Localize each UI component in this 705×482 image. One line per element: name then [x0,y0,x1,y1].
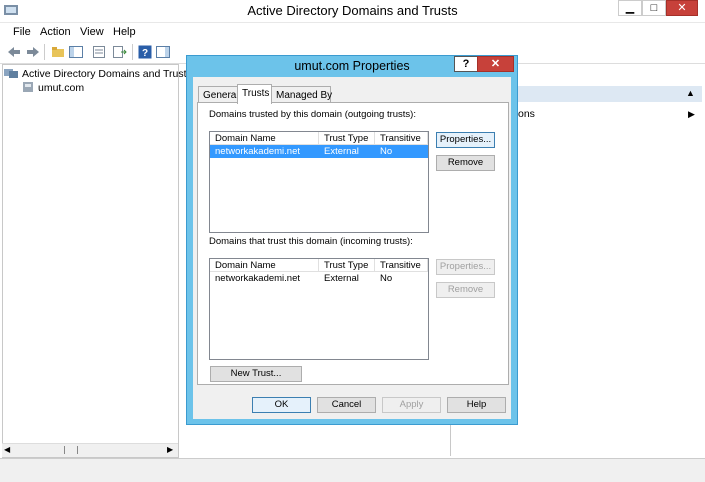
back-arrow-icon[interactable] [6,44,22,60]
tab-general[interactable]: General [198,86,239,103]
maximize-button[interactable]: □ [642,0,666,16]
app-title: Active Directory Domains and Trusts [247,3,458,18]
tab-managed-by[interactable]: Managed By [271,86,332,103]
table-row[interactable]: networkakademi.net External No [210,145,428,158]
cell-trust-type: External [324,146,359,157]
outgoing-trusts-label: Domains trusted by this domain (outgoing… [209,109,416,120]
outgoing-remove-button[interactable]: Remove [436,155,495,171]
column-transitive[interactable]: Transitive [375,132,428,145]
forward-arrow-icon[interactable] [25,44,41,60]
ad-domains-trusts-icon [4,67,18,82]
incoming-trusts-label: Domains that trust this domain (incoming… [209,236,413,247]
cell-trust-type: External [324,273,359,284]
list-header: Domain Name Trust Type Transitive [210,132,428,145]
column-transitive[interactable]: Transitive [375,259,428,272]
minimize-button[interactable]: ▁ [618,0,642,16]
tab-trusts[interactable]: Trusts [237,84,272,104]
show-action-pane-icon[interactable] [155,44,171,60]
scroll-right-icon[interactable]: ▶ [167,445,173,454]
submenu-arrow-icon[interactable]: ▶ [688,109,695,120]
apply-button[interactable]: Apply [382,397,441,413]
close-button[interactable]: ✕ [666,0,698,16]
cell-domain-name: networkakademi.net [215,273,301,284]
menu-view[interactable]: View [80,26,104,38]
properties-sheet-icon[interactable] [91,44,107,60]
toolbar-separator [44,44,45,60]
up-folder-icon[interactable] [50,44,66,60]
list-header: Domain Name Trust Type Transitive [210,259,428,272]
actions-item-label[interactable]: ons [518,108,535,120]
outgoing-trusts-list[interactable]: Domain Name Trust Type Transitive networ… [209,131,429,233]
tree-root-item[interactable]: Active Directory Domains and Trust [4,67,187,81]
help-icon[interactable]: ? [137,44,153,60]
incoming-trusts-list[interactable]: Domain Name Trust Type Transitive networ… [209,258,429,360]
collapse-up-icon[interactable]: ▲ [686,88,695,98]
column-trust-type[interactable]: Trust Type [319,259,375,272]
tree-item-label: umut.com [38,82,85,94]
cell-transitive: No [380,273,393,284]
column-trust-type[interactable]: Trust Type [319,132,375,145]
tree-root-label: Active Directory Domains and Trust [22,68,187,80]
show-tree-icon[interactable] [68,44,84,60]
tree-horizontal-scrollbar[interactable]: ◀ ▶ [2,443,178,457]
domain-icon [22,81,34,96]
svg-text:?: ? [142,48,148,59]
scroll-left-icon[interactable]: ◀ [4,445,10,454]
tree-item-umut-com[interactable]: umut.com [22,81,84,95]
menu-bar [0,23,705,41]
ok-button[interactable]: OK [252,397,311,413]
dialog-close-button[interactable]: ✕ [477,56,514,72]
outgoing-properties-button[interactable]: Properties... [436,132,495,148]
menu-file[interactable]: File [13,26,31,38]
column-domain-name[interactable]: Domain Name [210,259,319,272]
scroll-thumb[interactable] [64,446,78,454]
cell-domain-name: networkakademi.net [215,146,301,157]
help-button[interactable]: Help [447,397,506,413]
status-bar [0,458,705,482]
cancel-button[interactable]: Cancel [317,397,376,413]
column-domain-name[interactable]: Domain Name [210,132,319,145]
incoming-properties-button[interactable]: Properties... [436,259,495,275]
new-trust-button[interactable]: New Trust... [210,366,302,382]
table-row[interactable]: networkakademi.net External No [210,272,428,285]
console-tree [2,64,179,458]
dialog-help-button[interactable]: ? [454,56,478,72]
toolbar-separator [132,44,133,60]
cell-transitive: No [380,146,393,157]
incoming-remove-button[interactable]: Remove [436,282,495,298]
menu-help[interactable]: Help [113,26,136,38]
menu-action[interactable]: Action [40,26,71,38]
export-list-icon[interactable] [112,44,128,60]
